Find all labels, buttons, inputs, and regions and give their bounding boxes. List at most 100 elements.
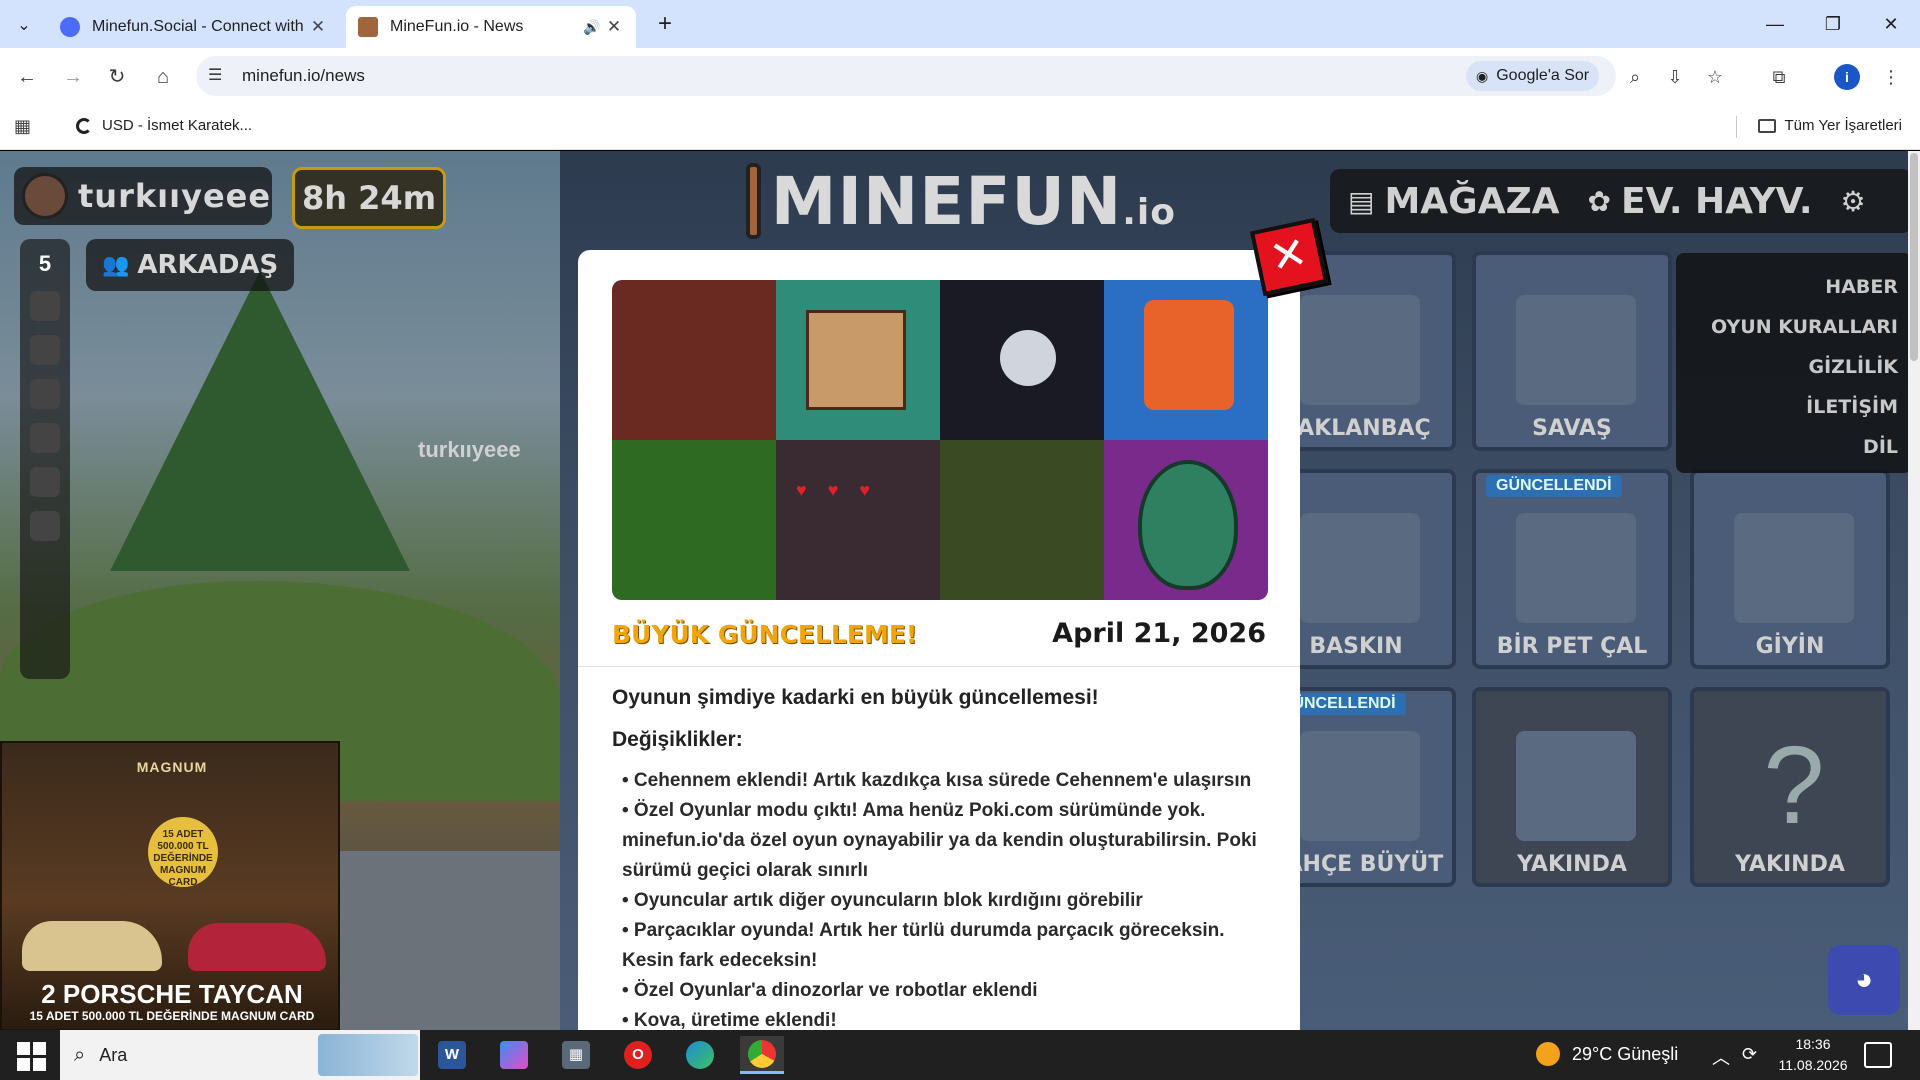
- updated-badge: GÜNCELLENDİ: [1486, 475, 1622, 497]
- advertisement-banner[interactable]: MAGNUM 15 ADET 500.000 TL DEĞERİNDE MAGN…: [0, 741, 340, 1030]
- menu-item-news[interactable]: HABER: [1676, 267, 1898, 307]
- speaker-icon[interactable]: 🔊: [580, 19, 604, 36]
- page-scrollbar[interactable]: [1908, 151, 1920, 1030]
- friend-avatar[interactable]: [30, 379, 60, 409]
- ask-google-button[interactable]: ◉ Google'a Sor: [1466, 61, 1600, 91]
- opera-icon: O: [624, 1041, 652, 1069]
- all-bookmarks-label: Tüm Yer İşaretleri: [1784, 117, 1902, 134]
- tab-minefun-social[interactable]: Minefun.Social - Connect with Minefun ✕: [48, 6, 340, 48]
- forward-button[interactable]: →: [56, 60, 90, 94]
- mode-tile-dress-up[interactable]: GİYİN: [1690, 469, 1890, 669]
- profile-avatar[interactable]: i: [1834, 64, 1860, 90]
- apps-grid-icon[interactable]: ▦: [14, 116, 31, 137]
- menu-item-contact[interactable]: İLETİŞİM: [1676, 387, 1898, 427]
- bookmark-favicon-icon: [76, 117, 92, 134]
- friend-avatar[interactable]: [30, 467, 60, 497]
- extensions-icon[interactable]: ⧉: [1764, 62, 1794, 92]
- mode-tile-steal-a-pet[interactable]: GÜNCELLENDİ BİR PET ÇAL: [1472, 469, 1672, 669]
- restore-button[interactable]: ❐: [1810, 8, 1856, 40]
- chrome-icon: [748, 1039, 776, 1068]
- shop-label: MAĞAZA: [1384, 180, 1560, 222]
- sync-icon[interactable]: ⟳: [1742, 1044, 1757, 1065]
- home-button[interactable]: ⌂: [146, 60, 180, 94]
- start-button[interactable]: [10, 1039, 50, 1071]
- particles-image: ♥ ♥ ♥: [796, 480, 879, 500]
- close-icon[interactable]: ✕: [604, 17, 624, 37]
- menu-item-language[interactable]: DİL: [1676, 427, 1898, 467]
- divider: [1736, 116, 1737, 138]
- scrollbar-thumb[interactable]: [1910, 153, 1918, 361]
- logo-face-icon: [746, 163, 761, 239]
- menu-item-privacy[interactable]: GİZLİLİK: [1676, 347, 1898, 387]
- gear-icon: ⚙: [1840, 184, 1866, 218]
- notification-icon[interactable]: [1864, 1042, 1892, 1068]
- windows-logo-icon: [17, 1042, 30, 1055]
- bookmark-label: USD - İsmet Karatek...: [102, 117, 253, 134]
- taskbar-app-word[interactable]: W: [430, 1036, 474, 1074]
- list-item: • Parçacıklar oyunda! Artık her türlü du…: [622, 920, 1225, 971]
- close-modal-button[interactable]: ✕: [1249, 217, 1329, 297]
- site-info-icon[interactable]: ☰: [208, 65, 222, 85]
- url-text[interactable]: minefun.io/news: [242, 66, 365, 86]
- minimize-button[interactable]: —: [1752, 8, 1798, 40]
- banner-tile: [612, 280, 776, 440]
- weather-widget[interactable]: 29°C Güneşli: [1536, 1042, 1678, 1066]
- paw-icon: ✿: [1587, 184, 1611, 218]
- banner-tile: [612, 440, 776, 600]
- player-nametag: turkııyeee: [418, 437, 521, 462]
- mode-tile-coming-soon[interactable]: YAKINDA: [1472, 687, 1672, 887]
- tile-art: [1300, 513, 1420, 623]
- close-window-button[interactable]: ✕: [1868, 8, 1914, 40]
- bookmarks-bar: ▦ USD - İsmet Karatek... Tüm Yer İşaretl…: [0, 104, 1920, 150]
- taskbar-app-calculator[interactable]: ▦: [554, 1036, 598, 1074]
- back-button[interactable]: ←: [10, 60, 44, 94]
- player-name: turkııyeee: [78, 177, 272, 215]
- tab-search-button[interactable]: ⌄: [8, 10, 40, 40]
- taskbar-app-copilot[interactable]: [492, 1036, 536, 1074]
- taskbar-app-chrome[interactable]: [740, 1036, 784, 1074]
- bookmark-usd[interactable]: USD - İsmet Karatek...: [76, 117, 252, 134]
- taskbar-app-opera[interactable]: O: [616, 1036, 660, 1074]
- bookmark-star-icon[interactable]: ☆: [1700, 62, 1730, 92]
- ask-google-label: Google'a Sor: [1496, 67, 1590, 84]
- friends-button[interactable]: 👥 ARKADAŞ: [86, 239, 294, 291]
- tab-minefun-news[interactable]: MineFun.io - News 🔊 ✕: [346, 6, 636, 48]
- new-tab-button[interactable]: +: [650, 10, 680, 40]
- friend-avatar[interactable]: [30, 423, 60, 453]
- search-icon: ⌕: [74, 1043, 86, 1066]
- online-friends-panel[interactable]: 5: [20, 239, 70, 679]
- pets-button[interactable]: ✿ EV. HAYV.: [1588, 181, 1813, 222]
- system-clock[interactable]: 18:36 11.08.2026: [1768, 1034, 1858, 1076]
- friend-avatar[interactable]: [30, 291, 60, 321]
- mode-tile-war[interactable]: SAVAŞ: [1472, 251, 1672, 451]
- character-head: [806, 310, 906, 410]
- banner-tile: ♥ ♥ ♥: [776, 440, 940, 600]
- friend-avatar[interactable]: [30, 335, 60, 365]
- reload-button[interactable]: ↻: [100, 60, 134, 94]
- chevron-up-icon[interactable]: ︿: [1712, 1044, 1730, 1070]
- taskbar-app-edge[interactable]: [678, 1036, 722, 1074]
- timer-badge: 8h 24m: [292, 167, 446, 229]
- address-bar[interactable]: ☰ minefun.io/news: [196, 56, 1616, 96]
- taskbar-search[interactable]: ⌕ Ara: [60, 1030, 420, 1080]
- tile-label: GİYİN: [1755, 634, 1825, 659]
- player-name-badge[interactable]: turkııyeee: [14, 167, 272, 225]
- menu-item-rules[interactable]: OYUN KURALLARI: [1676, 307, 1898, 347]
- folder-icon: [1758, 118, 1777, 133]
- close-icon[interactable]: ✕: [308, 17, 328, 37]
- all-bookmarks-button[interactable]: Tüm Yer İşaretleri: [1758, 117, 1902, 134]
- dinosaur-image: [1144, 300, 1234, 410]
- toolbar: ← → ↻ ⌂ ☰ minefun.io/news ◉ Google'a Sor…: [0, 48, 1920, 104]
- shop-button[interactable]: ▤ MAĞAZA: [1348, 181, 1560, 222]
- tab-title: Minefun.Social - Connect with Minefun: [92, 18, 308, 35]
- settings-button[interactable]: ⚙: [1841, 185, 1876, 218]
- install-app-icon[interactable]: ⇩: [1660, 62, 1690, 92]
- menu-dots-icon[interactable]: ⋮: [1876, 62, 1906, 92]
- tile-art: [1516, 513, 1636, 623]
- friend-avatar[interactable]: [30, 511, 60, 541]
- ad-brand: MAGNUM: [136, 759, 208, 775]
- zoom-icon[interactable]: ⌕: [1620, 62, 1650, 92]
- discord-button[interactable]: ◕: [1828, 945, 1900, 1015]
- mode-tile-coming-soon[interactable]: ? YAKINDA: [1690, 687, 1890, 887]
- ad-badge: 15 ADET 500.000 TL DEĞERİNDE MAGNUM CARD: [148, 817, 218, 888]
